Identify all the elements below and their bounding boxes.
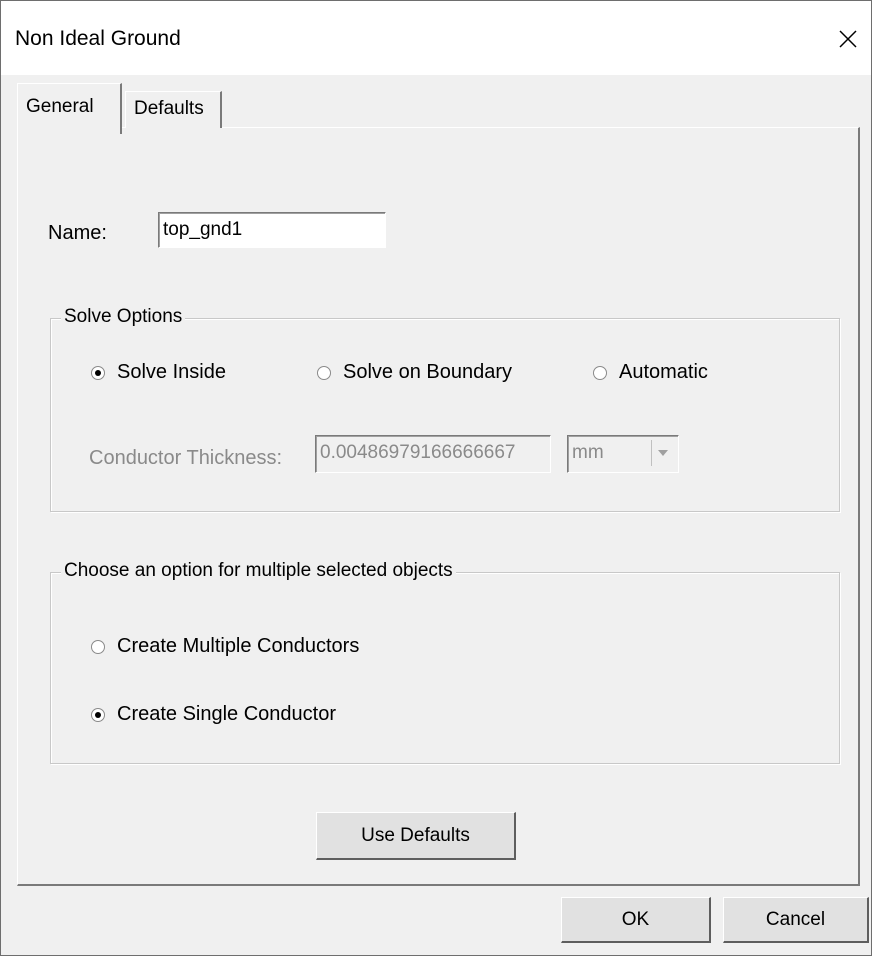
radio-indicator bbox=[91, 639, 105, 654]
radio-solve-inside[interactable]: Solve Inside bbox=[91, 361, 226, 384]
multi-select-title: Choose an option for multiple selected o… bbox=[61, 560, 456, 582]
radio-solve-inside-label: Solve Inside bbox=[117, 361, 226, 383]
name-label: Name: bbox=[48, 222, 107, 244]
chevron-down-icon bbox=[658, 450, 668, 456]
solve-options-group: Solve Options Solve Inside Solve on Boun… bbox=[50, 306, 840, 512]
window-title: Non Ideal Ground bbox=[15, 27, 181, 50]
solve-options-title: Solve Options bbox=[61, 306, 186, 328]
conductor-thickness-input[interactable]: 0.00486979166666667 bbox=[315, 435, 551, 473]
radio-solve-on-boundary[interactable]: Solve on Boundary bbox=[317, 361, 512, 384]
thickness-unit-value: mm bbox=[572, 442, 604, 463]
tab-defaults[interactable]: Defaults bbox=[125, 91, 222, 128]
radio-indicator bbox=[91, 707, 105, 722]
tab-panel-general: Name: top_gnd1 Solve Options Solve Insid… bbox=[17, 127, 860, 886]
cancel-button[interactable]: Cancel bbox=[723, 897, 869, 943]
use-defaults-button[interactable]: Use Defaults bbox=[316, 812, 516, 860]
radio-solve-on-boundary-label: Solve on Boundary bbox=[343, 361, 513, 383]
ok-button[interactable]: OK bbox=[561, 897, 711, 943]
conductor-thickness-label: Conductor Thickness: bbox=[89, 447, 283, 469]
radio-create-multiple-conductors-label: Create Multiple Conductors bbox=[117, 635, 360, 657]
thickness-unit-select[interactable]: mm bbox=[567, 435, 679, 473]
radio-indicator bbox=[593, 365, 607, 380]
tab-general[interactable]: General bbox=[17, 83, 122, 134]
name-input-value: top_gnd1 bbox=[163, 219, 243, 240]
multi-select-group: Choose an option for multiple selected o… bbox=[50, 560, 840, 764]
radio-automatic-label: Automatic bbox=[619, 361, 708, 383]
title-bar: Non Ideal Ground bbox=[1, 1, 871, 75]
radio-indicator bbox=[317, 365, 331, 380]
tab-general-label: General bbox=[26, 96, 94, 117]
dialog-window: Non Ideal Ground General Defaults Name: … bbox=[0, 0, 872, 956]
dropdown-button[interactable] bbox=[651, 440, 674, 466]
radio-indicator bbox=[91, 365, 105, 380]
tab-defaults-label: Defaults bbox=[134, 98, 204, 119]
close-button[interactable] bbox=[829, 19, 867, 59]
conductor-thickness-value: 0.00486979166666667 bbox=[320, 442, 516, 463]
radio-create-single-conductor[interactable]: Create Single Conductor bbox=[91, 703, 336, 726]
radio-create-single-conductor-label: Create Single Conductor bbox=[117, 703, 337, 725]
radio-create-multiple-conductors[interactable]: Create Multiple Conductors bbox=[91, 635, 359, 658]
name-input[interactable]: top_gnd1 bbox=[158, 212, 386, 248]
close-icon bbox=[839, 30, 857, 48]
radio-automatic[interactable]: Automatic bbox=[593, 361, 708, 384]
